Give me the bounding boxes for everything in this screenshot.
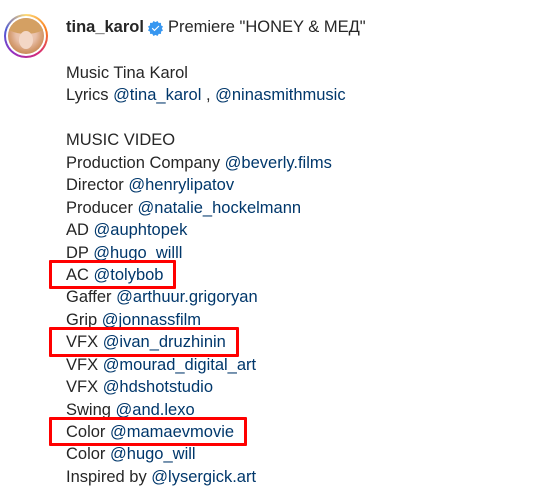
caption-text: Lyrics (66, 86, 114, 105)
username-link[interactable]: tina_karol (66, 16, 144, 38)
caption-line: Producer @natalie_hockelmann (66, 197, 346, 219)
red-highlight-box (49, 259, 177, 290)
red-highlight-box (49, 327, 239, 357)
caption-line: Inspired by @lysergick.art (66, 466, 346, 488)
mention-link[interactable]: @auphtopek (94, 221, 188, 239)
caption-line: VFX @mourad_digital_art (66, 354, 346, 376)
caption-text: Director (66, 176, 129, 195)
caption-text: AD (66, 221, 94, 240)
post-header: tina_karol Premiere "HONEY & МЕД" (66, 16, 366, 38)
caption-line: AD @auphtopek (66, 219, 346, 241)
caption-line: Color @hugo_will (66, 443, 346, 465)
caption-line: Director @henrylipatov (66, 174, 346, 196)
caption-text: Swing (66, 400, 116, 419)
caption-text: Producer (66, 198, 138, 217)
mention-link[interactable]: @and.lexo (116, 401, 195, 419)
caption-text: Inspired by (66, 467, 152, 486)
verified-badge-icon (147, 20, 163, 36)
caption-text: MUSIC VIDEO (66, 131, 176, 150)
mention-link[interactable]: @beverly.films (225, 154, 332, 172)
caption-text: Production Company (66, 153, 225, 172)
caption-line: VFX @hdshotstudio (66, 376, 346, 398)
caption-line: Gaffer @arthuur.grigoryan (66, 286, 346, 308)
mention-link[interactable]: @mourad_digital_art (103, 356, 256, 374)
post-title: Premiere "HONEY & МЕД" (167, 18, 366, 36)
mention-link[interactable]: @hdshotstudio (103, 378, 213, 396)
caption-text: DP (66, 243, 94, 262)
caption-text: VFX (66, 378, 103, 397)
mention-link[interactable]: @hugo_will (110, 445, 196, 463)
caption-line: MUSIC VIDEO (66, 129, 346, 151)
red-highlight-box (49, 417, 248, 447)
mention-link[interactable]: @tina_karol (113, 86, 201, 104)
mention-link[interactable]: @henrylipatov (128, 176, 234, 194)
mention-link[interactable]: @arthuur.grigoryan (116, 288, 258, 306)
mention-link[interactable]: @jonnassfilm (102, 311, 201, 329)
caption-line: Lyrics @tina_karol , @ninasmithmusic (66, 84, 346, 106)
caption-text: VFX (66, 355, 103, 374)
caption-line: Music Tina Karol (66, 62, 346, 84)
avatar-ring-gap (6, 16, 46, 56)
avatar-story-ring[interactable] (4, 14, 48, 58)
caption-text: Gaffer (66, 288, 117, 307)
caption-line: Production Company @beverly.films (66, 152, 346, 174)
caption-text: Grip (66, 310, 102, 329)
mention-link[interactable]: @ninasmithmusic (215, 86, 345, 104)
mention-link[interactable]: @hugo_willl (93, 244, 182, 262)
avatar[interactable] (8, 18, 44, 54)
caption-separator: , (201, 86, 216, 105)
caption-text: Color (66, 445, 111, 464)
caption-text: Music Tina Karol (66, 64, 188, 82)
mention-link[interactable]: @natalie_hockelmann (138, 199, 302, 217)
mention-link[interactable]: @lysergick.art (151, 468, 256, 486)
